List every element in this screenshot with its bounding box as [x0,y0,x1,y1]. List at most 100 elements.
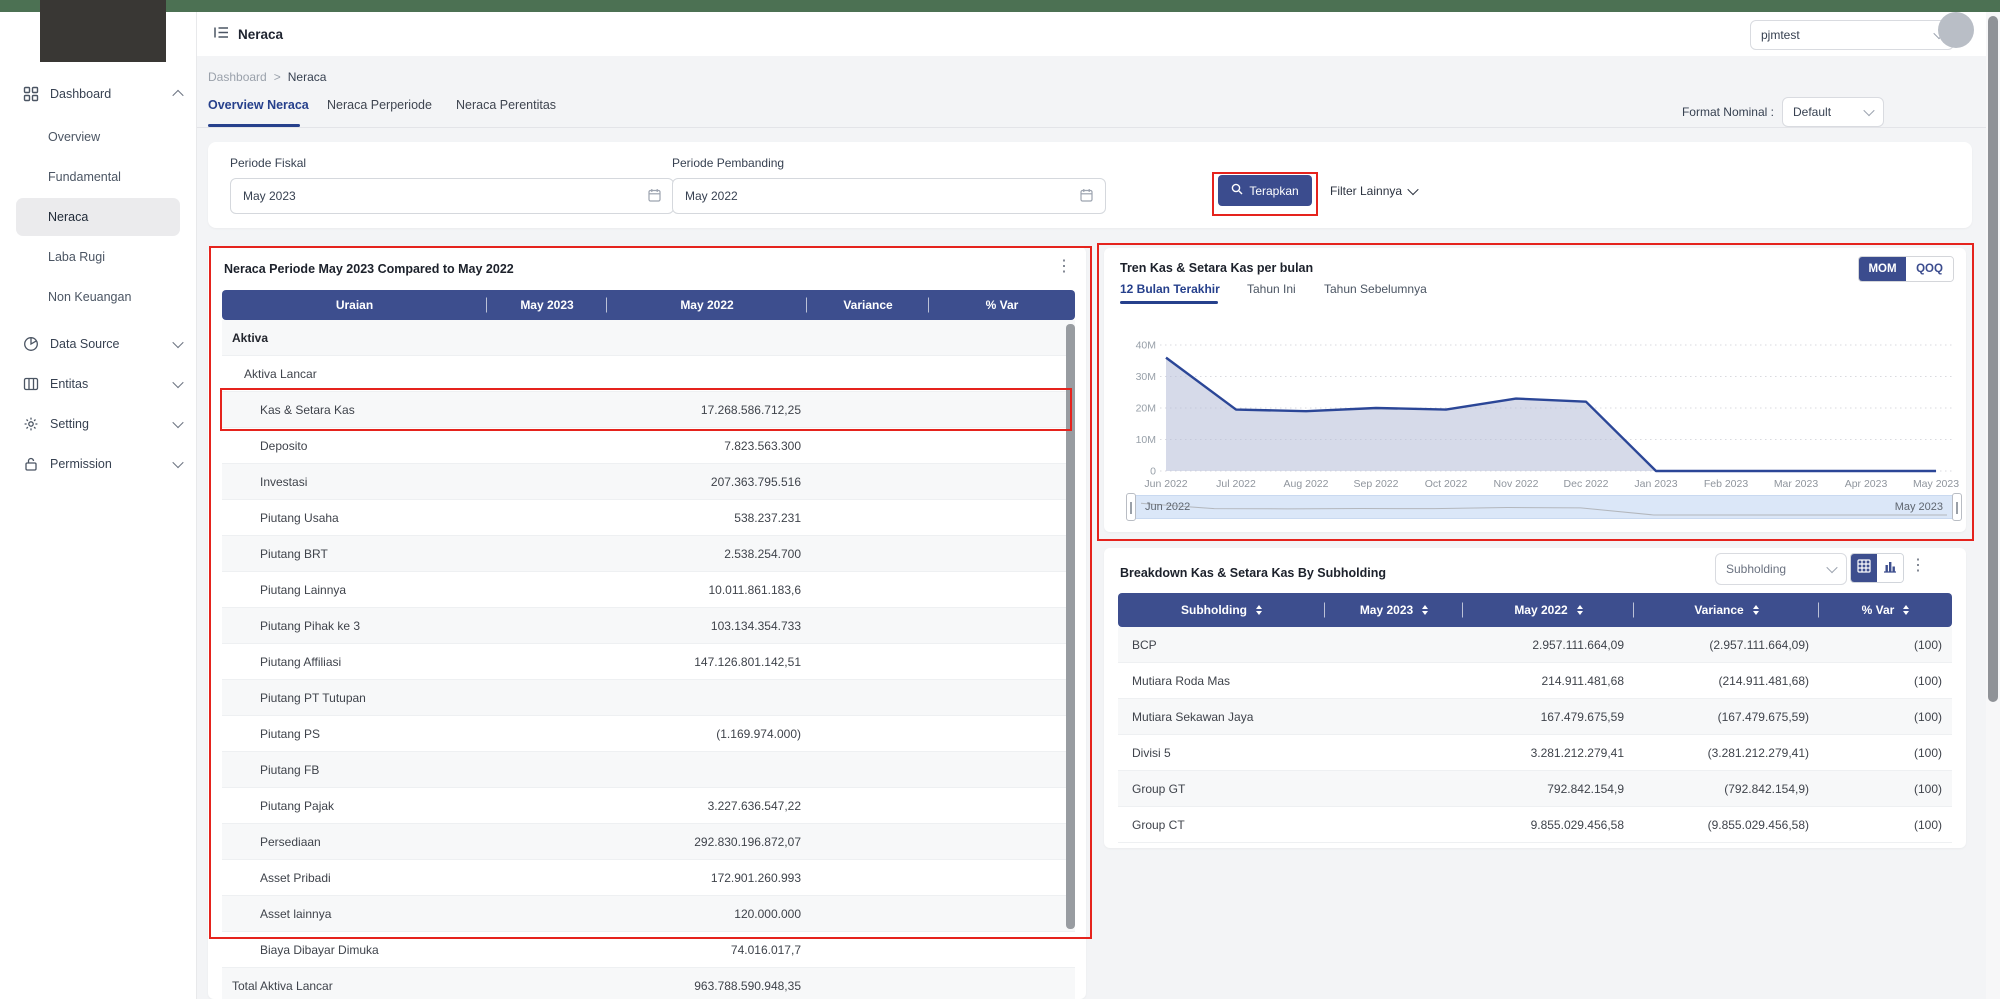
table-row-total-aktiva-lancar[interactable]: Total Aktiva Lancar963.788.590.948,35 [222,968,1075,999]
tab-tahun-ini[interactable]: Tahun Ini [1247,282,1296,296]
sidebar-item-non-keuangan[interactable]: Non Keuangan [16,278,180,316]
sort-icon[interactable] [1422,605,1428,616]
workspace-select[interactable]: pjmtest [1750,20,1954,50]
column-header-may-2022: May 2022 [607,290,807,320]
page-scrollbar-thumb[interactable] [1988,16,1998,702]
cell-variance: (3.281.212.279,41) [1634,746,1819,760]
kebab-menu-icon[interactable]: ⋮ [1056,259,1072,275]
sidebar-item-overview[interactable]: Overview [16,118,180,156]
column-header-may-2022[interactable]: May 2022 [1463,593,1634,627]
svg-text:30M: 30M [1136,371,1156,383]
table-scrollbar-thumb[interactable] [1066,324,1075,929]
table-row-persediaan[interactable]: Persediaan292.830.196.872,07 [222,824,1075,860]
slider-handle-right[interactable] [1952,493,1962,521]
page-menu-icon[interactable] [214,26,229,42]
chevron-down-icon [1863,105,1874,116]
terapkan-button[interactable]: Terapkan [1218,175,1312,206]
cell-may-2022: 963.788.590.948,35 [607,979,807,993]
sidebar-item-neraca[interactable]: Neraca [16,198,180,236]
table-row-piutang-fb[interactable]: Piutang FB [222,752,1075,788]
table-row-aktiva[interactable]: Aktiva [222,320,1075,356]
column-header-label: Uraian [336,298,373,312]
sidebar-item-dashboard[interactable]: Dashboard [0,74,196,114]
sort-icon[interactable] [1753,605,1759,616]
column-header-label: Subholding [1181,603,1247,617]
breadcrumb-separator: > [274,70,281,84]
breadcrumb-item[interactable]: Dashboard [208,70,267,84]
table-row-kas-setara-kas[interactable]: Kas & Setara Kas17.268.586.712,25 [222,392,1075,428]
row-label: Kas & Setara Kas [222,403,487,417]
table-row-biaya-dibayar-dimuka[interactable]: Biaya Dibayar Dimuka74.016.017,7 [222,932,1075,968]
cell-may-2022: 103.134.354.733 [607,619,807,633]
table-row-piutang-usaha[interactable]: Piutang Usaha538.237.231 [222,500,1075,536]
table-row-bcp[interactable]: BCP2.957.111.664,09(2.957.111.664,09)(10… [1118,627,1952,663]
table-row-deposito[interactable]: Deposito7.823.563.300 [222,428,1075,464]
slider-start-label: Jun 2022 [1145,496,1190,518]
tab-tahun-sebelumnya[interactable]: Tahun Sebelumnya [1324,282,1427,296]
tab-neraca-perentitas[interactable]: Neraca Perentitas [456,98,556,124]
kebab-menu-icon[interactable]: ⋮ [1910,558,1926,574]
table-row-piutang-pihak-ke-3[interactable]: Piutang Pihak ke 3103.134.354.733 [222,608,1075,644]
table-view-button[interactable] [1851,554,1877,582]
table-row-piutang-lainnya[interactable]: Piutang Lainnya10.011.861.183,6 [222,572,1075,608]
table-row-piutang-pt-tutupan[interactable]: Piutang PT Tutupan [222,680,1075,716]
periode-fiskal-input[interactable]: May 2023 [230,178,674,214]
svg-text:Jul 2022: Jul 2022 [1216,478,1256,490]
slider-handle-left[interactable] [1126,493,1136,521]
table-row-divisi-5[interactable]: Divisi 53.281.212.279,41(3.281.212.279,4… [1118,735,1952,771]
breakdown-card: Breakdown Kas & Setara Kas By Subholding… [1104,548,1966,848]
sidebar-item-entitas[interactable]: Entitas [0,364,196,404]
table-row-group-ct[interactable]: Group CT9.855.029.456,58(9.855.029.456,5… [1118,807,1952,843]
terapkan-label: Terapkan [1249,184,1298,198]
sort-icon[interactable] [1256,605,1262,616]
table-row-aktiva-lancar[interactable]: Aktiva Lancar [222,356,1075,392]
cell-variance: (792.842.154,9) [1634,782,1819,796]
table-row-asset-lainnya[interactable]: Asset lainnya120.000.000 [222,896,1075,932]
breakdown-table-header: Subholding May 2023May 2022Variance% Var [1118,593,1952,627]
table-row-mutiara-roda-mas[interactable]: Mutiara Roda Mas214.911.481,68(214.911.4… [1118,663,1952,699]
breakdown-group-value: Subholding [1726,562,1786,576]
sidebar-item-permission[interactable]: Permission [0,444,196,484]
column-header-may-2023[interactable]: May 2023 [1325,593,1463,627]
filter-lainnya-button[interactable]: Filter Lainnya [1330,175,1417,206]
table-row-piutang-ps[interactable]: Piutang PS(1.169.974.000) [222,716,1075,752]
table-row-piutang-brt[interactable]: Piutang BRT2.538.254.700 [222,536,1075,572]
cell-subholding: Group CT [1118,818,1325,832]
tabs-row: Overview Neraca Neraca Perperiode Neraca… [196,98,1988,128]
mom-toggle-button[interactable]: MOM [1859,257,1906,281]
chart-view-button[interactable] [1877,554,1903,582]
sort-icon[interactable] [1577,605,1583,616]
sidebar-item-data-source[interactable]: Data Source [0,324,196,364]
table-row-piutang-pajak[interactable]: Piutang Pajak3.227.636.547,22 [222,788,1075,824]
qoq-toggle-button[interactable]: QOQ [1906,257,1953,281]
column-header-label: May 2023 [520,298,573,312]
chart-range-slider[interactable]: Jun 2022 May 2023 [1130,495,1958,519]
cell-may-2022: (1.169.974.000) [607,727,807,741]
format-nominal-select[interactable]: Default [1782,97,1884,127]
sidebar-item-setting[interactable]: Setting [0,404,196,444]
sort-icon[interactable] [1903,605,1909,616]
table-row-investasi[interactable]: Investasi207.363.795.516 [222,464,1075,500]
table-row-asset-pribadi[interactable]: Asset Pribadi172.901.260.993 [222,860,1075,896]
column-header-subholding[interactable]: Subholding [1118,593,1325,627]
tab-12-bulan-terakhir[interactable]: 12 Bulan Terakhir [1120,282,1220,296]
svg-text:May 2023: May 2023 [1913,478,1959,490]
column-header-var: % Var [929,290,1075,320]
column-header-variance: Variance [807,290,929,320]
cell-may-2022: 74.016.017,7 [607,943,807,957]
app-root: Dashboard OverviewFundamentalNeracaLaba … [0,0,2000,999]
avatar[interactable] [1938,12,1974,48]
table-row-mutiara-sekawan-jaya[interactable]: Mutiara Sekawan Jaya167.479.675,59(167.4… [1118,699,1952,735]
column-header-var[interactable]: % Var [1819,593,1952,627]
periode-pembanding-input[interactable]: May 2022 [672,178,1106,214]
tab-overview-neraca[interactable]: Overview Neraca [208,98,309,124]
table-row-group-gt[interactable]: Group GT792.842.154,9(792.842.154,9)(100… [1118,771,1952,807]
column-header-variance[interactable]: Variance [1634,593,1819,627]
sidebar-submenu: OverviewFundamentalNeracaLaba RugiNon Ke… [0,114,196,324]
tab-neraca-perperiode[interactable]: Neraca Perperiode [327,98,432,124]
chevron-up-icon [172,90,183,101]
sidebar-item-laba-rugi[interactable]: Laba Rugi [16,238,180,276]
breakdown-group-select[interactable]: Subholding [1715,553,1847,585]
table-row-piutang-affiliasi[interactable]: Piutang Affiliasi147.126.801.142,51 [222,644,1075,680]
sidebar-item-fundamental[interactable]: Fundamental [16,158,180,196]
